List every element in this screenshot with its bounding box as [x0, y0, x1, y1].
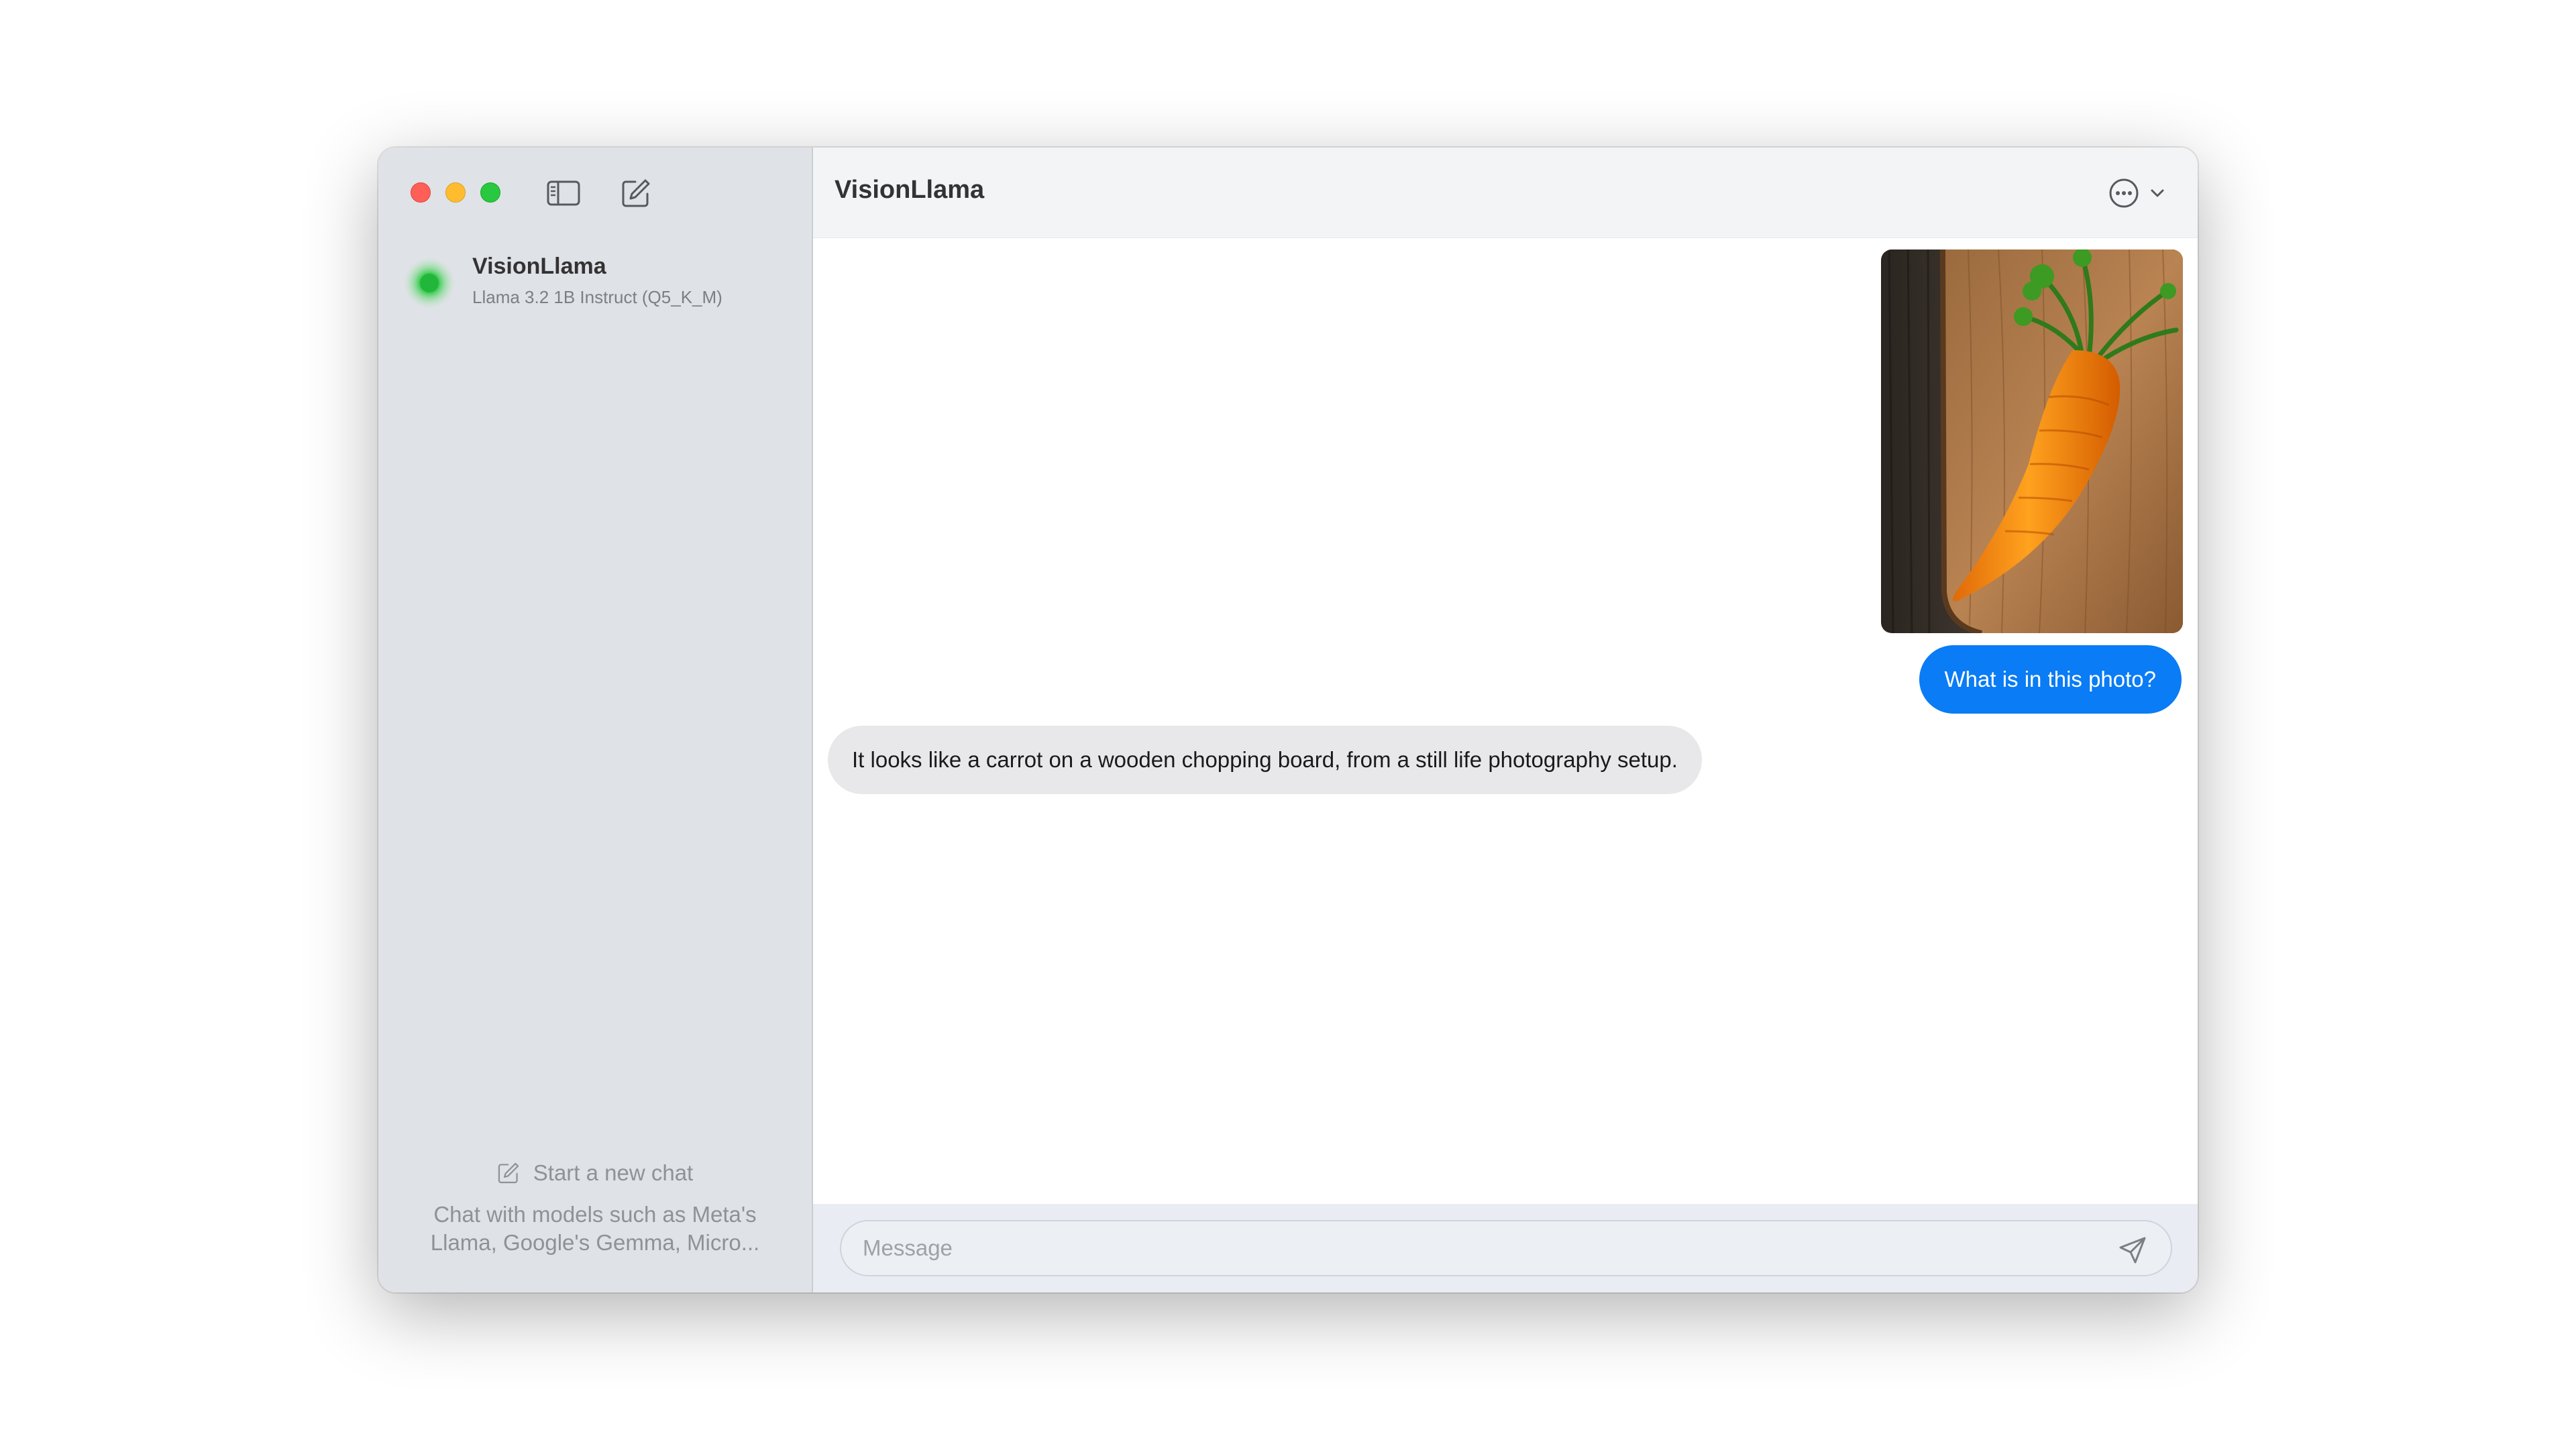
app-window: VisionLlama Llama 3.2 1B Instruct (Q5_K_… — [378, 148, 2198, 1292]
maximize-window-button[interactable] — [480, 182, 500, 203]
new-chat-description: Chat with models such as Meta's Llama, G… — [430, 1202, 760, 1255]
compose-button[interactable] — [619, 177, 653, 209]
sidebar-toggle-button[interactable] — [546, 177, 581, 209]
start-new-chat-button[interactable]: Start a new chat — [378, 1160, 812, 1186]
chat-item-title: VisionLlama — [472, 254, 606, 279]
chat-options-menu[interactable] — [2108, 177, 2165, 209]
composer-bar — [813, 1204, 2198, 1292]
new-chat-section: Start a new chat Chat with models such a… — [378, 1160, 812, 1257]
sidebar: VisionLlama Llama 3.2 1B Instruct (Q5_K_… — [378, 148, 813, 1292]
assistant-message-text: It looks like a carrot on a wooden chopp… — [852, 747, 1678, 772]
chat-list-item[interactable]: VisionLlama Llama 3.2 1B Instruct (Q5_K_… — [393, 248, 798, 313]
chat-header: VisionLlama — [813, 148, 2198, 238]
status-indicator-icon — [404, 258, 455, 309]
sidebar-toggle-icon — [547, 180, 580, 206]
assistant-message-bubble: It looks like a carrot on a wooden chopp… — [828, 726, 1702, 794]
chat-title: VisionLlama — [835, 176, 985, 204]
carrot-photo[interactable] — [1881, 249, 2183, 633]
minimize-window-button[interactable] — [445, 182, 466, 203]
start-new-chat-label: Start a new chat — [533, 1160, 694, 1185]
send-button[interactable] — [2116, 1233, 2149, 1267]
carrot-image — [1881, 249, 2183, 633]
close-window-button[interactable] — [411, 182, 431, 203]
send-icon — [2119, 1237, 2146, 1264]
chevron-down-icon — [2151, 189, 2164, 197]
compose-icon — [498, 1162, 519, 1184]
compose-icon — [622, 179, 650, 207]
chat-pane: VisionLlama What is in this photo? It lo… — [813, 148, 2198, 1292]
message-input[interactable] — [840, 1220, 2172, 1276]
user-message-bubble: What is in this photo? — [1919, 645, 2182, 714]
user-message-text: What is in this photo? — [1944, 667, 2157, 691]
chat-item-subtitle: Llama 3.2 1B Instruct (Q5_K_M) — [472, 287, 722, 307]
ellipsis-circle-icon — [2109, 178, 2139, 208]
